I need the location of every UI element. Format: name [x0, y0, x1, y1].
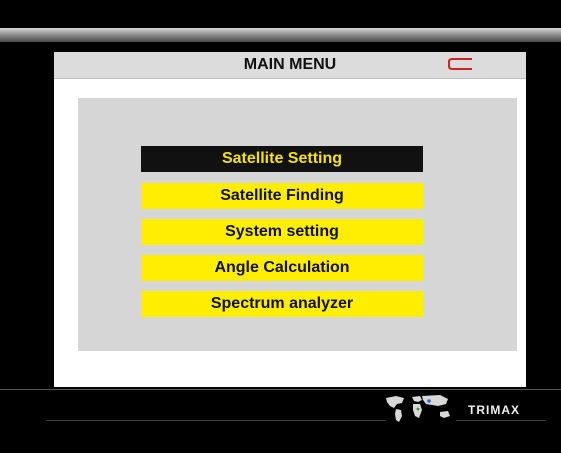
menu-item-spectrum-analyzer[interactable]: Spectrum analyzer	[141, 291, 423, 317]
footer-line-left	[46, 420, 386, 421]
title-bar: MAIN MENU	[54, 52, 526, 79]
main-menu-screen: MAIN MENU Satellite Setting Satellite Fi…	[54, 52, 526, 387]
brand-logo: TRIMAX	[468, 403, 520, 417]
footer-line-right	[456, 420, 546, 421]
menu-item-system-setting[interactable]: System setting	[141, 219, 423, 245]
footer-divider	[0, 389, 561, 390]
return-arrow-icon[interactable]	[448, 58, 474, 70]
world-map-icon	[386, 395, 450, 422]
menu-item-satellite-setting[interactable]: Satellite Setting	[141, 146, 423, 172]
menu-panel: Satellite Setting Satellite Finding Syst…	[78, 98, 517, 351]
top-bezel-bar	[0, 28, 561, 42]
menu-item-angle-calculation[interactable]: Angle Calculation	[141, 255, 423, 281]
menu-item-satellite-finding[interactable]: Satellite Finding	[141, 183, 423, 209]
